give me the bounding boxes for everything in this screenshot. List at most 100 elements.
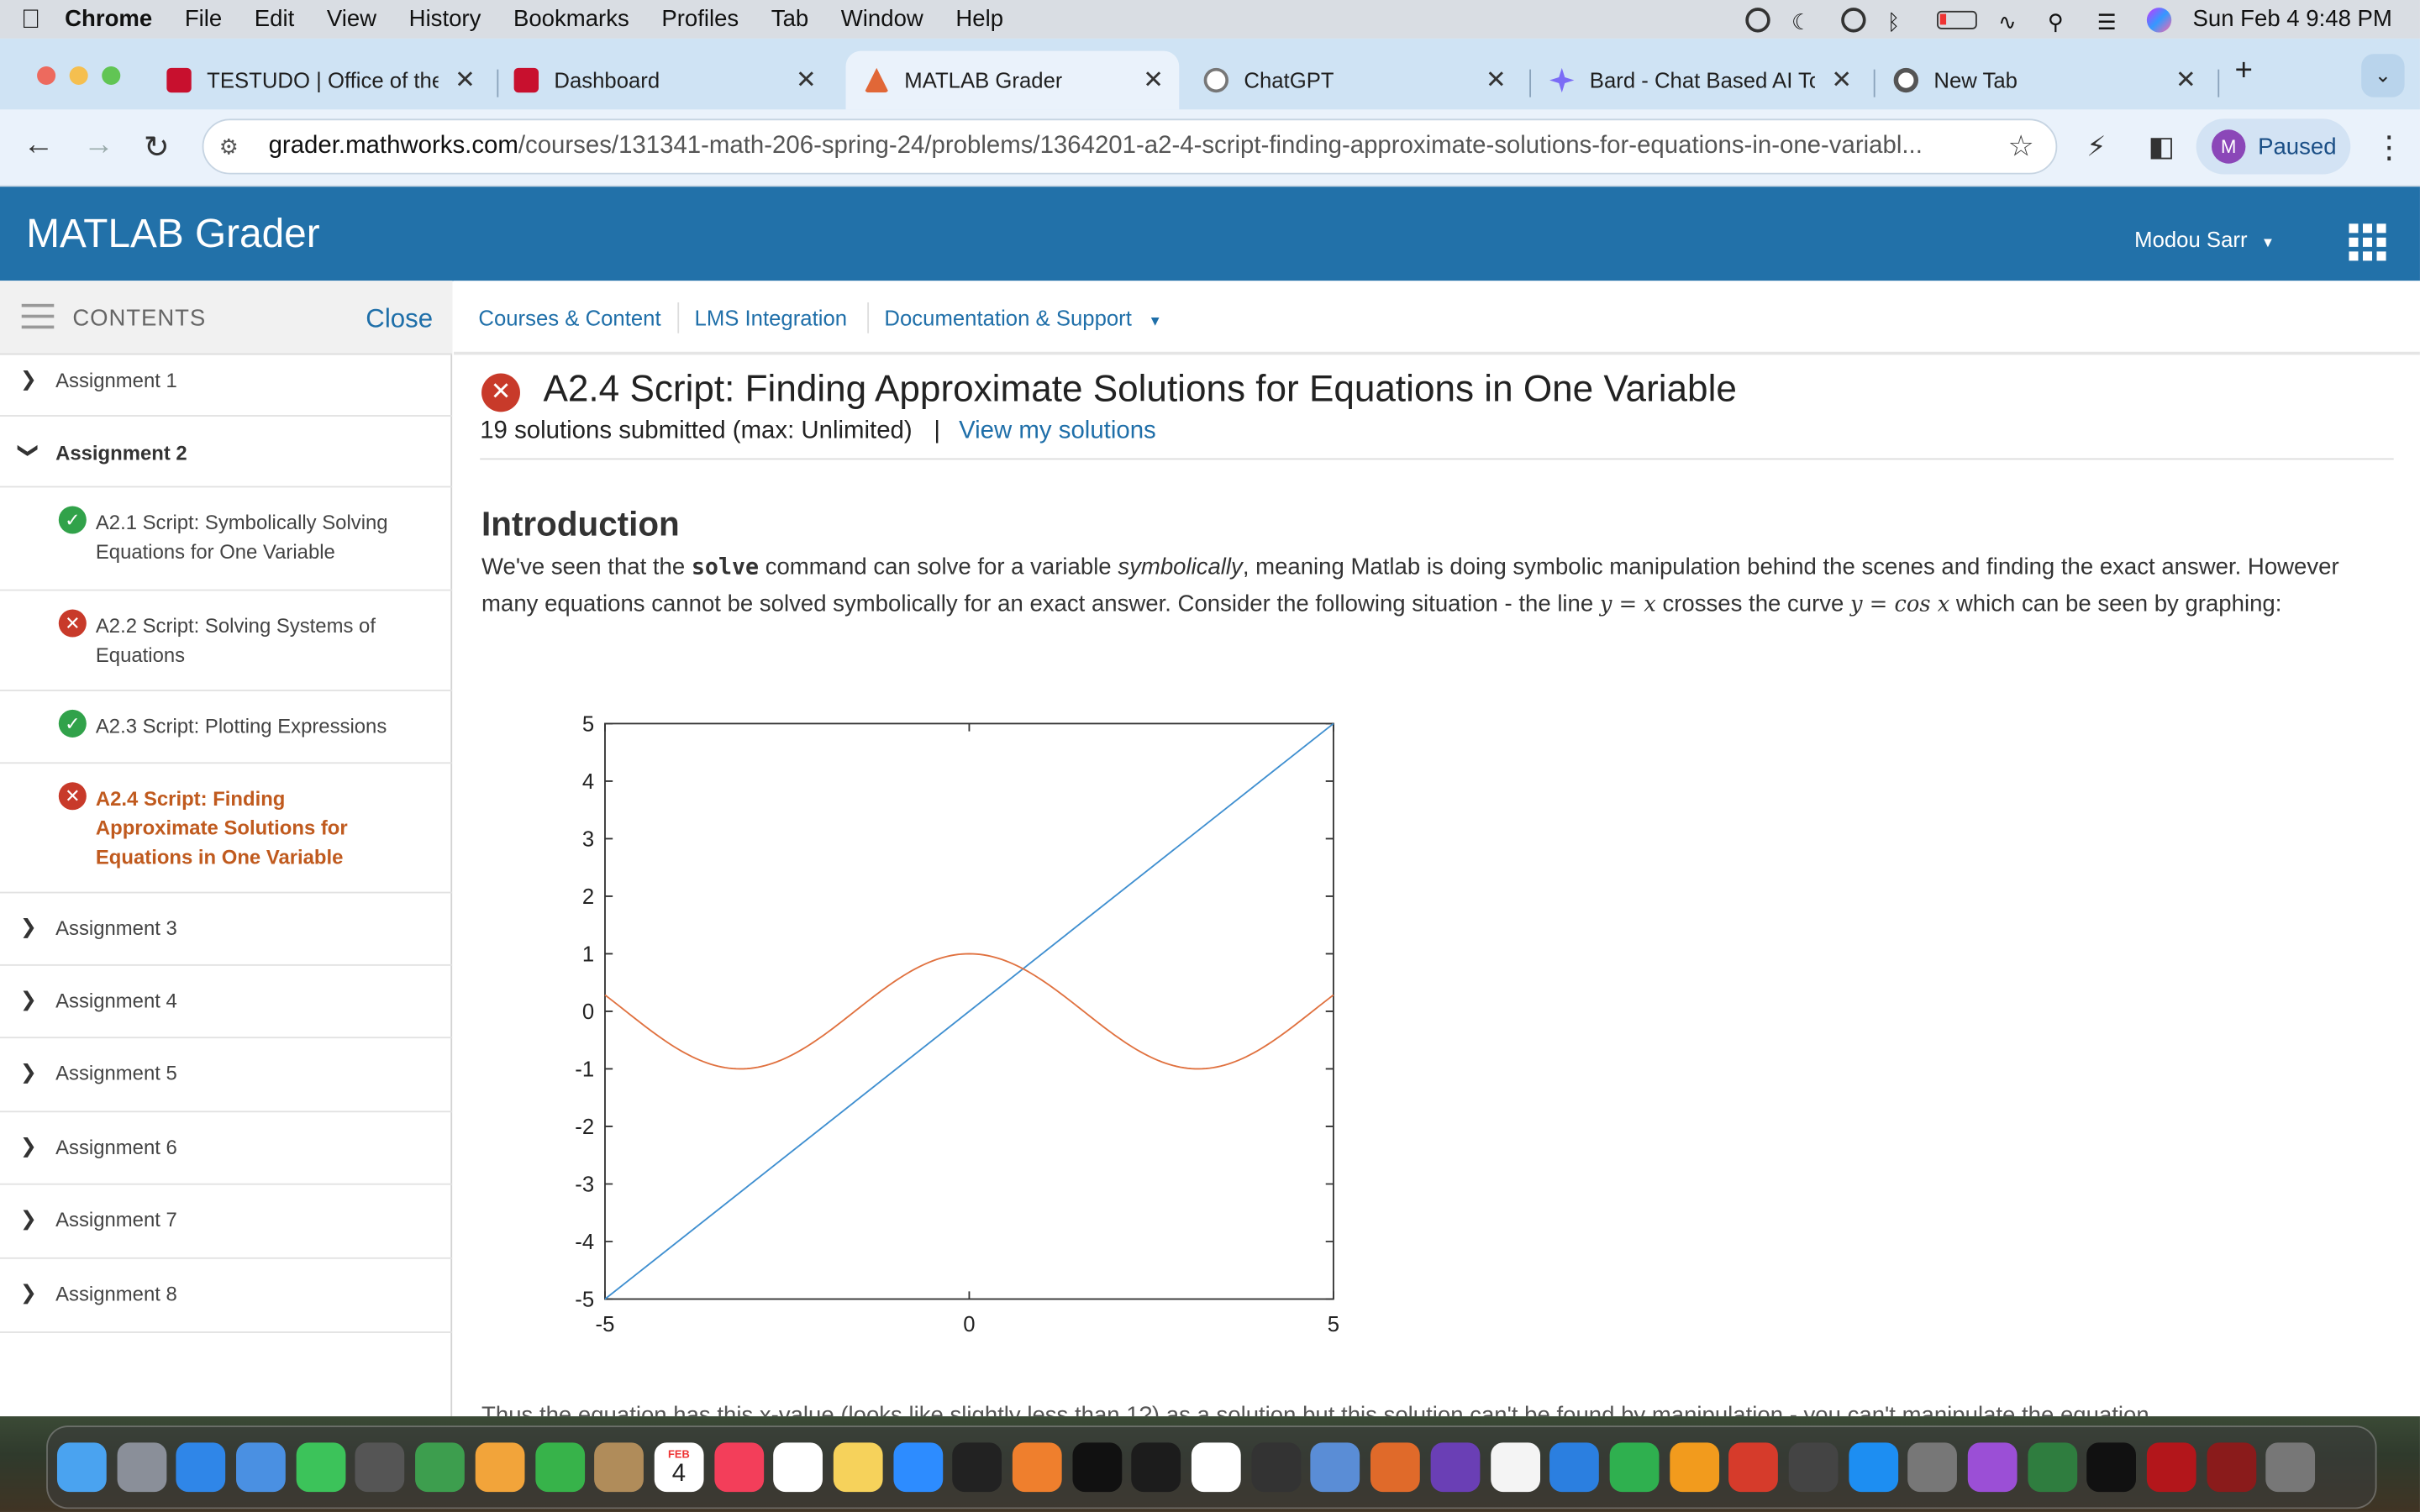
tab-chatgpt[interactable]: ChatGPT ✕: [1203, 51, 1522, 110]
tab-close-icon[interactable]: ✕: [2175, 65, 2196, 96]
dock-exec-icon[interactable]: [1131, 1442, 1181, 1493]
dock-mail-icon[interactable]: [236, 1442, 286, 1493]
nav-lms-integration[interactable]: LMS Integration: [695, 306, 848, 330]
tab-close-icon[interactable]: ✕: [1486, 65, 1507, 96]
bluetooth-icon[interactable]: ᛒ: [1887, 8, 1915, 33]
alert-icon[interactable]: [1840, 7, 1866, 32]
user-menu[interactable]: Modou Sarr: [2134, 227, 2247, 251]
reload-icon[interactable]: ↻: [144, 128, 170, 166]
sidebar-item-assignment-1[interactable]: ❯ Assignment 1: [0, 354, 453, 417]
back-arrow-icon[interactable]: ←: [24, 128, 55, 163]
dock-keynote-icon[interactable]: [1549, 1442, 1600, 1493]
new-tab-plus-icon[interactable]: +: [2235, 54, 2253, 89]
window-minimize-button[interactable]: [69, 66, 88, 86]
menu-edit[interactable]: Edit: [255, 6, 294, 32]
wifi-icon[interactable]: ∿: [1998, 8, 2026, 33]
address-bar[interactable]: ⚙ grader.mathworks.com/courses/131341-ma…: [202, 118, 2058, 175]
tab-testudo[interactable]: TESTUDO | Office of the ✕: [166, 51, 491, 110]
dock-finder-icon[interactable]: [56, 1442, 107, 1493]
tab-close-icon[interactable]: ✕: [796, 65, 817, 96]
dock-matlab-icon[interactable]: [1370, 1442, 1420, 1493]
focus-moon-icon[interactable]: ☾: [1791, 8, 1819, 33]
nav-documentation-support[interactable]: Documentation & Support: [884, 306, 1131, 330]
profile-button[interactable]: M Paused: [2196, 118, 2351, 175]
menu-profiles[interactable]: Profiles: [661, 6, 739, 32]
dock-rstudio-icon[interactable]: [1311, 1442, 1360, 1493]
sidebar-problem-a2-1[interactable]: ✓ A2.1 Script: Symbolically Solving Equa…: [0, 487, 453, 591]
menu-bookmarks[interactable]: Bookmarks: [513, 6, 629, 32]
tab-search-chevron-icon[interactable]: ⌄: [2361, 54, 2405, 97]
menu-history[interactable]: History: [409, 6, 481, 32]
battery-icon[interactable]: [1936, 9, 1977, 29]
side-panel-icon[interactable]: ◧: [2149, 131, 2175, 164]
tab-matlab-grader[interactable]: MATLAB Grader ✕: [845, 50, 1180, 110]
tab-new-tab[interactable]: New Tab ✕: [1893, 51, 2212, 110]
apple-menu-icon[interactable]: : [0, 4, 61, 35]
sidebar-problem-a2-3[interactable]: ✓ A2.3 Script: Plotting Expressions: [0, 691, 453, 764]
view-my-solutions-link[interactable]: View my solutions: [959, 418, 1156, 444]
dock-podcasts-icon[interactable]: [1967, 1442, 2018, 1493]
dock-contacts-icon[interactable]: [594, 1442, 644, 1493]
extension-bolt-icon[interactable]: ⚡: [2086, 131, 2106, 164]
dock-music-icon[interactable]: [713, 1442, 764, 1493]
menu-help[interactable]: Help: [955, 6, 1003, 32]
siri-icon[interactable]: [2146, 7, 2171, 32]
nav-courses-content[interactable]: Courses & Content: [478, 306, 660, 330]
control-center-icon[interactable]: ☰: [2097, 8, 2125, 33]
dock-facetime-icon[interactable]: [534, 1442, 585, 1493]
menu-tab[interactable]: Tab: [771, 6, 808, 32]
spotlight-search-icon[interactable]: ⚲: [2048, 8, 2075, 33]
dock-eclipse-icon[interactable]: [1251, 1442, 1301, 1493]
app-brand[interactable]: MATLAB Grader: [26, 210, 319, 258]
menu-view[interactable]: View: [327, 6, 376, 32]
bookmark-star-icon[interactable]: ☆: [2007, 129, 2033, 165]
menu-file[interactable]: File: [185, 6, 222, 32]
dock-calendar-icon[interactable]: FEB 4: [654, 1442, 704, 1493]
hamburger-menu-icon[interactable]: [21, 303, 55, 329]
tab-dashboard[interactable]: Dashboard ✕: [513, 51, 832, 110]
dropdown-caret-icon[interactable]: ▼: [1149, 313, 1162, 328]
dock-grammarly-icon[interactable]: [1071, 1442, 1122, 1493]
sidebar-item-assignment-4[interactable]: ❯ Assignment 4: [0, 966, 453, 1039]
sidebar-problem-a2-4[interactable]: ✕ A2.4 Script: Finding Approximate Solut…: [0, 764, 453, 894]
tab-close-icon[interactable]: ✕: [455, 65, 476, 96]
tab-bard[interactable]: Bard - Chat Based AI To ✕: [1549, 51, 1867, 110]
dock-screenshot-icon[interactable]: [355, 1442, 406, 1493]
sidebar-close-button[interactable]: Close: [366, 304, 433, 335]
sidebar-item-assignment-3[interactable]: ❯ Assignment 3: [0, 893, 453, 966]
tab-close-icon[interactable]: ✕: [1143, 65, 1164, 96]
dock-system-settings-icon[interactable]: [1907, 1442, 1958, 1493]
menu-window[interactable]: Window: [841, 6, 923, 32]
sync-status-icon[interactable]: [1744, 7, 1770, 32]
apps-grid-icon[interactable]: [2349, 223, 2386, 261]
dock-zoom-icon[interactable]: [892, 1442, 943, 1493]
sidebar-item-assignment-6[interactable]: ❯ Assignment 6: [0, 1112, 453, 1185]
menu-clock[interactable]: Sun Feb 4 9:48 PM: [2192, 6, 2391, 32]
window-close-button[interactable]: [37, 66, 56, 86]
dock-taskheat-icon[interactable]: [1012, 1442, 1062, 1493]
menu-app-chrome[interactable]: Chrome: [65, 6, 152, 32]
url-text[interactable]: grader.mathworks.com/courses/131341-math…: [269, 133, 1982, 160]
site-settings-icon[interactable]: ⚙: [219, 134, 247, 160]
dock-tv-icon[interactable]: [952, 1442, 1002, 1493]
dock-photos-icon[interactable]: [475, 1442, 525, 1493]
dock-maps-icon[interactable]: [415, 1442, 466, 1493]
sidebar-item-assignment-8[interactable]: ❯ Assignment 8: [0, 1259, 453, 1333]
dock-tor-icon[interactable]: [1430, 1442, 1481, 1493]
dock-numbers-icon[interactable]: [1609, 1442, 1660, 1493]
chrome-menu-kebab-icon[interactable]: ⋮: [2374, 128, 2405, 166]
dock-office-icon[interactable]: [1728, 1442, 1779, 1493]
sidebar-item-assignment-5[interactable]: ❯ Assignment 5: [0, 1038, 453, 1113]
forward-arrow-icon[interactable]: →: [83, 128, 114, 163]
sidebar-item-assignment-2[interactable]: ❯ Assignment 2: [0, 417, 453, 488]
dock-reminders-icon[interactable]: [773, 1442, 823, 1493]
dock-terminal-icon[interactable]: [2086, 1442, 2137, 1493]
dock-chrome-icon[interactable]: [1192, 1442, 1241, 1493]
dock-messages-icon[interactable]: [296, 1442, 345, 1493]
window-zoom-button[interactable]: [102, 66, 121, 86]
sidebar-item-assignment-7[interactable]: ❯ Assignment 7: [0, 1185, 453, 1259]
dock-launchpad-icon[interactable]: [117, 1442, 166, 1493]
dock-trash-icon[interactable]: [2266, 1442, 2316, 1493]
tab-close-icon[interactable]: ✕: [1831, 65, 1852, 96]
dock-news-icon[interactable]: [1490, 1442, 1540, 1493]
